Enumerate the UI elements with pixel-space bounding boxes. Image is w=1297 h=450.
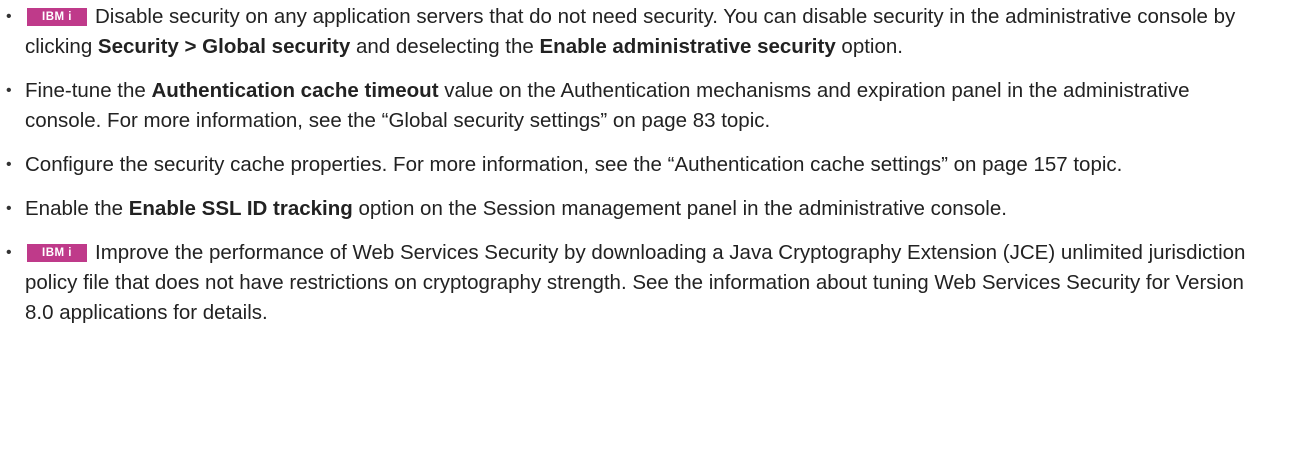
item-text: and deselecting the — [350, 35, 540, 58]
bullet-icon: • — [6, 244, 12, 261]
item-text-bold: Enable SSL ID tracking — [128, 197, 353, 220]
list-item: • Enable the Enable SSL ID tracking opti… — [0, 194, 1265, 224]
ibm-i-badge: IBM i — [27, 244, 87, 262]
list-item: • Fine-tune the Authentication cache tim… — [0, 76, 1265, 136]
bullet-icon: • — [6, 156, 12, 173]
item-text-bold: Enable administrative security — [539, 35, 836, 58]
item-text: option. — [835, 35, 903, 58]
bullet-icon: • — [6, 82, 12, 99]
item-text: Configure the security cache properties.… — [25, 153, 1123, 176]
list-item: • Configure the security cache propertie… — [0, 150, 1265, 180]
item-text-bold: Authentication cache timeout — [151, 79, 439, 102]
item-text: option on the Session management panel i… — [352, 197, 1007, 220]
item-text: Fine-tune the — [25, 79, 152, 102]
list-item: • IBM i Improve the performance of Web Se… — [0, 238, 1265, 328]
item-text-bold: Security > Global security — [97, 35, 351, 58]
bullet-icon: • — [6, 200, 12, 217]
item-text: Enable the — [25, 197, 129, 220]
security-tuning-list: • IBM i Disable security on any applicati… — [0, 2, 1297, 342]
ibm-i-badge: IBM i — [27, 8, 87, 26]
list-item: • IBM i Disable security on any applicati… — [0, 2, 1265, 62]
item-text: Improve the performance of Web Services … — [25, 241, 1246, 324]
document-page: • IBM i Disable security on any applicati… — [0, 0, 1297, 450]
bullet-icon: • — [6, 8, 12, 25]
